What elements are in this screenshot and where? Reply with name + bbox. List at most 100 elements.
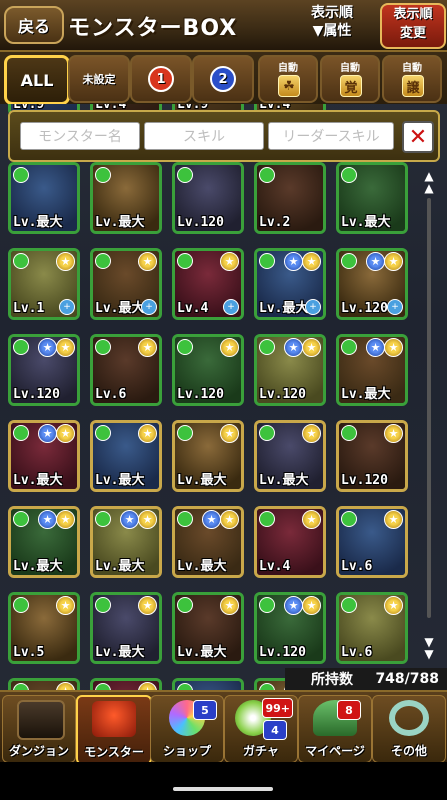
monster-box-screen: 戻る モンスターBOX 表示順 ▼属性 表示順 変更 ALL 未設定 1 2 自… — [0, 0, 447, 800]
monster-card[interactable]: Lv.最大 — [8, 162, 80, 234]
nav-monster-button[interactable]: モンスター — [76, 695, 152, 765]
scroll-up-icon[interactable]: ▲ ▲ — [422, 170, 436, 194]
group2-number-icon: 2 — [210, 66, 236, 92]
gold-star-icon: ★ — [302, 338, 321, 357]
monster-card[interactable]: ★ Lv.120 — [172, 334, 244, 406]
wood-attribute-icon — [341, 253, 357, 269]
monster-card[interactable]: ★ Lv.4 + — [172, 248, 244, 320]
owned-count-label: 所持数 — [311, 672, 353, 688]
wood-attribute-icon — [177, 167, 193, 183]
blue-star-icon: ★ — [202, 510, 221, 529]
auto-filter-3-tab[interactable]: 自動 譲 — [382, 55, 442, 103]
monster-card[interactable]: ★ ★ Lv.最大 — [8, 506, 80, 578]
monster-card[interactable]: ★ Lv.1 + — [8, 248, 80, 320]
wood-attribute-icon — [13, 167, 29, 183]
home-indicator[interactable] — [173, 787, 273, 791]
wood-attribute-icon — [341, 597, 357, 613]
filter-group1-tab[interactable]: 1 — [130, 55, 192, 103]
gold-star-icon: ★ — [56, 338, 75, 357]
monster-card[interactable]: Lv.2 — [254, 162, 326, 234]
nav-mypage-button[interactable]: 8 マイページ — [298, 695, 372, 763]
monster-level: Lv.最大 — [95, 473, 145, 488]
auto-filter-2-tab[interactable]: 自動 覚 — [320, 55, 380, 103]
auto-filter-3-icon: 譲 — [402, 75, 424, 97]
monster-card[interactable]: ★ Lv.6 — [336, 506, 408, 578]
monster-card[interactable]: ★ ★ Lv.最大 — [90, 506, 162, 578]
monster-level: Lv.最大 — [95, 215, 145, 230]
monster-card[interactable]: ★ Lv.6 — [336, 592, 408, 664]
wood-attribute-icon — [259, 339, 275, 355]
monster-card[interactable]: Lv.120 — [172, 162, 244, 234]
monster-card[interactable]: Lv.最大 — [90, 162, 162, 234]
monster-card[interactable]: ★ ★ Lv.最大 — [172, 506, 244, 578]
gold-star-icon: ★ — [56, 596, 75, 615]
auto-filter-1-tab[interactable]: 自動 ☘ — [258, 55, 318, 103]
monster-card[interactable]: ★ ★ Lv.最大 — [8, 420, 80, 492]
back-button[interactable]: 戻る — [4, 6, 64, 44]
wood-attribute-icon — [259, 253, 275, 269]
monster-card[interactable]: ★ Lv.最大 + — [90, 248, 162, 320]
gold-star-icon: ★ — [138, 338, 157, 357]
monster-card[interactable]: ★ ★ Lv.120 — [254, 592, 326, 664]
filter-unset-tab[interactable]: 未設定 — [68, 55, 130, 103]
nav-other-button[interactable]: その他 — [372, 695, 446, 763]
monster-card[interactable]: ★ Lv.最大 — [90, 420, 162, 492]
wood-attribute-icon — [95, 253, 111, 269]
monster-card[interactable]: ★ — [90, 678, 162, 690]
filter-tabs: ALL 未設定 1 2 自動 ☘ 自動 覚 自動 譲 — [0, 52, 447, 105]
monster-card[interactable]: ★ Lv.6 — [90, 334, 162, 406]
monster-card[interactable]: ★ ★ Lv.120 — [8, 334, 80, 406]
blue-star-icon: ★ — [284, 252, 303, 271]
monster-name-input[interactable]: モンスター名 — [20, 122, 140, 150]
scroll-down-icon[interactable]: ▼ ▼ — [422, 636, 436, 660]
skill-input[interactable]: スキル — [144, 122, 264, 150]
scroll-track[interactable] — [427, 198, 431, 618]
monster-card[interactable]: ★ ★ Lv.最大 — [336, 334, 408, 406]
auto-filter-3-label: 自動 — [402, 63, 422, 74]
monster-card[interactable]: ★ Lv.最大 — [90, 592, 162, 664]
bottom-navigation: ダンジョン モンスター 5 ショップ 99+ 4 ガチャ 8 マイページ その他 — [0, 690, 447, 765]
monster-level: Lv.最大 — [13, 473, 63, 488]
nav-mypage-label: マイページ — [305, 744, 365, 758]
monster-level: Lv.120 — [341, 301, 388, 316]
monster-level: Lv.1 — [13, 301, 45, 316]
wood-attribute-icon — [341, 511, 357, 527]
leader-skill-input[interactable]: リーダースキル — [268, 122, 394, 150]
wood-attribute-icon — [13, 425, 29, 441]
monster-card[interactable]: ★ — [8, 678, 80, 690]
monster-card[interactable]: ★ Lv.最大 — [172, 420, 244, 492]
gold-star-icon: ★ — [302, 510, 321, 529]
nav-monster-label: モンスター — [84, 745, 144, 759]
nav-dungeon-button[interactable]: ダンジョン — [2, 695, 76, 763]
monster-card[interactable]: ★ Lv.最大 — [172, 592, 244, 664]
monster-card[interactable]: ★ Lv.4 — [254, 506, 326, 578]
question-mark-icon — [389, 700, 429, 736]
close-icon[interactable]: ✕ — [402, 121, 434, 153]
monster-card[interactable]: ★ ★ Lv.最大 + — [254, 248, 326, 320]
owned-count: 所持数 748/788 — [285, 668, 447, 690]
nav-shop-button[interactable]: 5 ショップ — [150, 695, 224, 763]
group1-number-icon: 1 — [148, 66, 174, 92]
sort-change-button[interactable]: 表示順 変更 — [380, 3, 446, 49]
monster-card[interactable] — [172, 678, 244, 690]
nav-gacha-button[interactable]: 99+ 4 ガチャ — [224, 695, 298, 763]
monster-card[interactable]: ★ ★ Lv.120 + — [336, 248, 408, 320]
monster-level: Lv.6 — [341, 645, 373, 660]
filter-all-tab[interactable]: ALL — [4, 55, 70, 105]
dragon-icon — [92, 701, 136, 737]
monster-card[interactable]: ★ Lv.5 — [8, 592, 80, 664]
filter-group2-tab[interactable]: 2 — [192, 55, 254, 103]
monster-card[interactable]: ★ Lv.最大 — [254, 420, 326, 492]
wood-attribute-icon — [13, 511, 29, 527]
monster-card[interactable]: ★ ★ Lv.120 — [254, 334, 326, 406]
gold-star-icon: ★ — [56, 424, 75, 443]
gold-star-icon: ★ — [220, 596, 239, 615]
wood-attribute-icon — [341, 167, 357, 183]
monster-card[interactable]: ★ Lv.120 — [336, 420, 408, 492]
wood-attribute-icon — [177, 253, 193, 269]
monster-card[interactable]: Lv.最大 — [336, 162, 408, 234]
sort-order-value[interactable]: ▼属性 — [292, 22, 372, 40]
monster-level: Lv.最大 — [95, 645, 145, 660]
grid-scrollbar[interactable]: ▲ ▲ ▼ ▼ — [422, 170, 436, 660]
wood-attribute-icon — [177, 597, 193, 613]
